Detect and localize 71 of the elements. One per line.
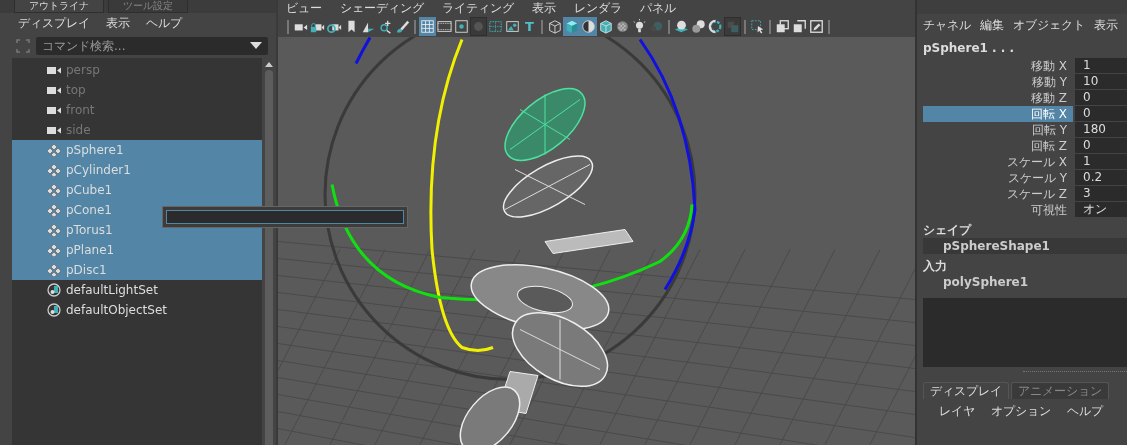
channel-name[interactable]: スケール Y (923, 169, 1073, 186)
mesh-icon (46, 243, 62, 257)
half-sphere-icon[interactable] (580, 17, 597, 36)
menu-item[interactable]: パネル (640, 0, 676, 17)
node-name[interactable]: pSphereShape1 (923, 237, 1127, 254)
ring-icon[interactable] (707, 17, 724, 36)
channel-name[interactable]: スケール X (923, 153, 1073, 170)
channel-value[interactable]: 0 (1075, 106, 1127, 122)
mesh-icon (46, 163, 62, 177)
channel-value[interactable]: 10 (1075, 74, 1127, 90)
channel-name[interactable]: 移動 Y (923, 73, 1073, 90)
grid-icon[interactable] (419, 17, 436, 36)
channel-name[interactable]: 回転 Z (923, 137, 1073, 154)
dropdown-caret-icon (250, 42, 262, 50)
menu-item[interactable]: オプション (991, 402, 1051, 420)
cube-textured-icon[interactable] (597, 17, 614, 36)
menu-item[interactable]: 表示 (532, 0, 556, 17)
menu-item[interactable]: シェーディング (340, 0, 424, 17)
mesh-icon (46, 143, 62, 157)
section-header: 入力 (922, 257, 948, 274)
channel-value[interactable]: 0 (1075, 90, 1127, 106)
panel-tab[interactable]: アウトライナ (14, 0, 104, 13)
toolbar-button[interactable]: T (521, 17, 538, 36)
channel-name[interactable]: 移動 Z (923, 89, 1073, 106)
menu-item[interactable]: ヘルプ (1067, 402, 1103, 420)
select-icon[interactable] (749, 17, 766, 36)
cube-wire-icon[interactable] (546, 17, 563, 36)
node-name[interactable]: polySphere1 (923, 273, 1127, 290)
window-pen-icon[interactable] (808, 17, 825, 36)
mesh-icon (46, 183, 62, 197)
channel-name[interactable]: 回転 Y (923, 121, 1073, 138)
section-header: シェイプ (922, 221, 973, 238)
menu-item[interactable]: ヘルプ (146, 15, 182, 32)
rotate-ring-arc-segment (354, 37, 372, 65)
outliner-item[interactable]: defaultLightSet (12, 280, 262, 300)
mesh-icon (46, 203, 62, 217)
menu-item[interactable]: ビュー (286, 0, 322, 17)
bracket-icon (16, 39, 30, 53)
scroll-up-icon (265, 62, 273, 67)
channel-value[interactable]: 0 (1075, 138, 1127, 154)
menu-item[interactable]: レイヤ (939, 402, 975, 420)
dot-icon[interactable] (453, 17, 470, 36)
mesh-icon (46, 223, 62, 237)
mesh-icon (46, 263, 62, 277)
channel-name[interactable]: スケール Z (923, 185, 1073, 202)
disc-mesh (459, 386, 521, 445)
channel-value[interactable]: 3 (1075, 186, 1127, 202)
search-field[interactable]: コマンド検索... (36, 37, 268, 55)
scrollbar-thumb[interactable] (265, 70, 273, 445)
channel-value[interactable]: 1 (1075, 58, 1127, 74)
channel-name[interactable]: 移動 X (923, 57, 1073, 74)
channel-value[interactable]: 0.2 (1075, 170, 1127, 186)
channel-value[interactable]: オン (1075, 202, 1127, 218)
panel-tab[interactable]: ディスプレイ (923, 382, 1009, 399)
channel-value[interactable]: 1 (1075, 154, 1127, 170)
menu-item[interactable]: ライティング (442, 0, 514, 17)
menu-item[interactable]: 編集 (980, 18, 1004, 34)
menu-item[interactable]: 表示 (1094, 18, 1118, 34)
channel-value[interactable]: 180 (1075, 122, 1127, 138)
object-name: pSphere1 . . . (922, 39, 1016, 57)
set-icon (46, 283, 62, 297)
channel-name[interactable]: 回転 X (923, 105, 1073, 122)
menu-item[interactable]: オブジェクト (1013, 18, 1085, 34)
menu-item[interactable]: ディスプレイ (18, 15, 90, 32)
menu-item[interactable]: チャネル (923, 18, 971, 34)
spheres-icon[interactable] (690, 17, 707, 36)
outliner-item[interactable]: defaultObjectSet (12, 300, 262, 320)
channel-name[interactable]: 可視性 (923, 201, 1073, 218)
menu-item[interactable]: レンダラ (574, 0, 622, 17)
menu-item[interactable]: 表示 (106, 15, 130, 32)
set-icon (46, 303, 62, 317)
